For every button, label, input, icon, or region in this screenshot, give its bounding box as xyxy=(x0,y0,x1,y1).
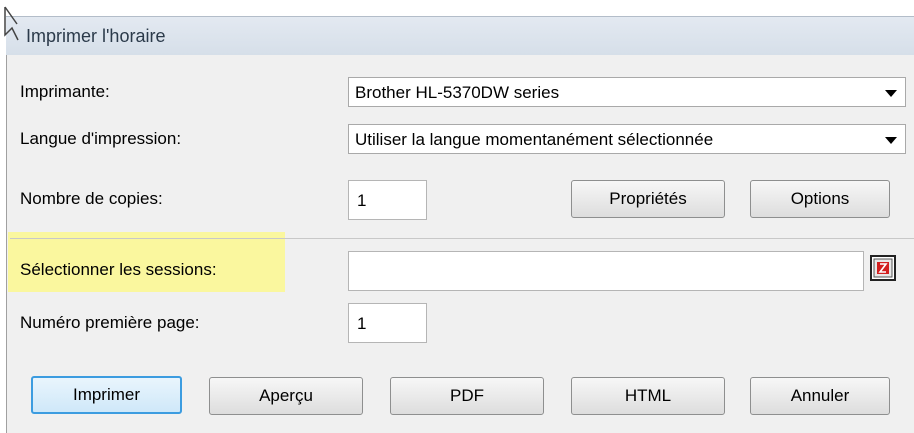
print-button[interactable]: Imprimer xyxy=(31,376,182,414)
sessions-label: Sélectionner les sessions: xyxy=(20,260,217,279)
preview-button[interactable]: Aperçu xyxy=(209,377,363,415)
section-divider xyxy=(10,238,914,239)
options-button[interactable]: Options xyxy=(750,180,890,218)
pdf-button[interactable]: PDF xyxy=(390,377,544,415)
printer-select[interactable]: Brother HL-5370DW series xyxy=(348,77,906,107)
properties-button[interactable]: Propriétés xyxy=(571,180,725,218)
language-label: Langue d'impression: xyxy=(20,129,182,148)
session-picker-icon xyxy=(873,258,893,278)
printer-select-value: Brother HL-5370DW series xyxy=(355,83,560,102)
sessions-field[interactable] xyxy=(348,251,864,291)
dialog-titlebar: Imprimer l'horaire xyxy=(6,16,914,56)
first-page-value: 1 xyxy=(357,314,367,333)
html-button[interactable]: HTML xyxy=(571,377,725,415)
session-picker-button[interactable] xyxy=(870,255,896,281)
language-select[interactable]: Utiliser la langue momentanément sélecti… xyxy=(348,124,906,154)
copies-label: Nombre de copies: xyxy=(20,189,163,208)
cancel-button[interactable]: Annuler xyxy=(750,377,890,415)
arrow-cursor-icon xyxy=(4,6,19,41)
chevron-down-icon[interactable] xyxy=(885,90,897,97)
chevron-down-icon[interactable] xyxy=(885,137,897,144)
dialog-title: Imprimer l'horaire xyxy=(26,26,166,46)
copies-field[interactable]: 1 xyxy=(348,180,427,220)
first-page-label: Numéro première page: xyxy=(20,313,200,332)
language-select-value: Utiliser la langue momentanément sélecti… xyxy=(355,130,714,149)
copies-value: 1 xyxy=(357,191,367,210)
printer-label: Imprimante: xyxy=(20,82,110,101)
first-page-field[interactable]: 1 xyxy=(348,303,427,343)
